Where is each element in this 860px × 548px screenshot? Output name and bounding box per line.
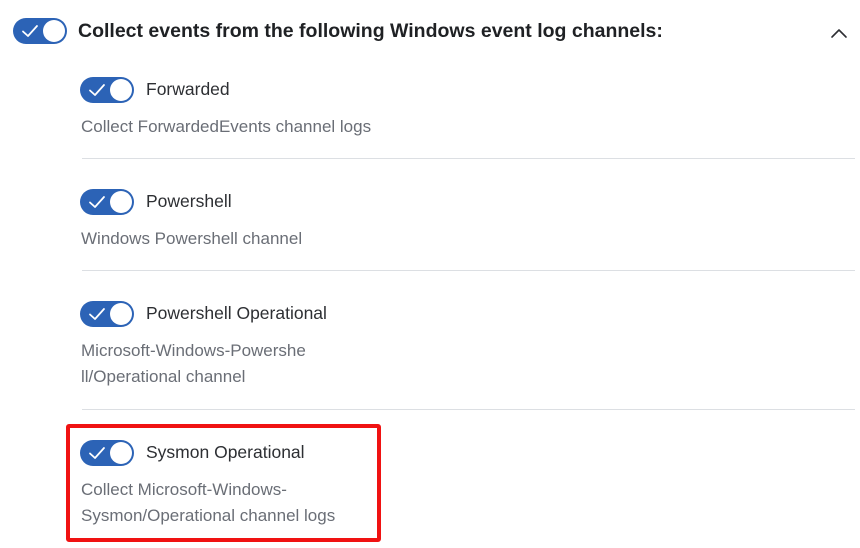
toggle-knob: [110, 191, 132, 213]
channel-label: Powershell: [146, 191, 232, 211]
channel-description: Microsoft-Windows-Powershell/Operational…: [81, 341, 306, 386]
channel-description: Collect Microsoft-Windows-Sysmon/Operati…: [81, 480, 336, 525]
channel-description: Windows Powershell channel: [81, 229, 303, 248]
divider: [82, 270, 855, 271]
collect-events-toggle[interactable]: [13, 18, 67, 44]
collapse-section-button[interactable]: [828, 22, 850, 44]
check-icon: [89, 308, 105, 320]
toggle-knob: [43, 20, 65, 42]
channel-label: Powershell Operational: [146, 303, 327, 323]
section-title: Collect events from the following Window…: [78, 20, 663, 42]
toggle-knob: [110, 442, 132, 464]
powershell-toggle[interactable]: [80, 189, 134, 215]
check-icon: [22, 25, 38, 37]
channel-label: Forwarded: [146, 79, 230, 99]
check-icon: [89, 84, 105, 96]
check-icon: [89, 447, 105, 459]
chevron-up-icon: [831, 29, 847, 38]
divider: [82, 158, 855, 159]
channel-description: Collect ForwardedEvents channel logs: [81, 117, 372, 136]
powershell-operational-toggle[interactable]: [80, 301, 134, 327]
toggle-knob: [110, 79, 132, 101]
divider: [82, 409, 855, 410]
sysmon-operational-toggle[interactable]: [80, 440, 134, 466]
event-log-channels-panel: Collect events from the following Window…: [0, 0, 860, 548]
toggle-knob: [110, 303, 132, 325]
check-icon: [89, 196, 105, 208]
channel-label: Sysmon Operational: [146, 442, 305, 462]
forwarded-toggle[interactable]: [80, 77, 134, 103]
